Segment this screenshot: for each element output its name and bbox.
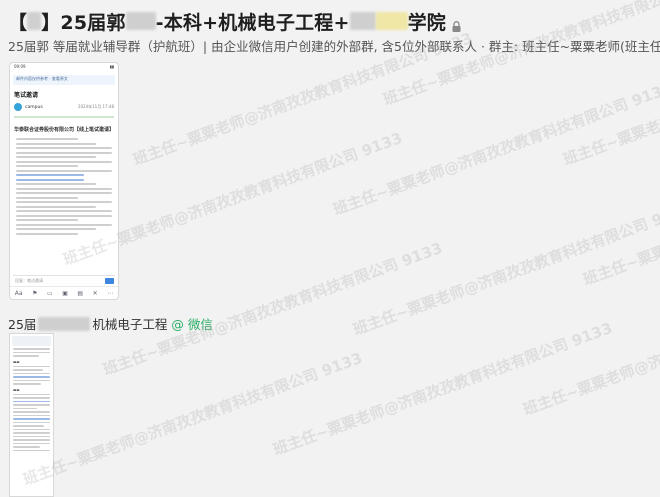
title-part-1: 】25届郭 <box>41 11 126 34</box>
more-icon: ⋯ <box>107 289 114 297</box>
delete-icon: ✕ <box>92 289 98 297</box>
redacted-block <box>125 12 156 30</box>
sender-avatar <box>14 103 22 111</box>
attachment-icon: ▭ <box>47 289 53 297</box>
wechat-tag: @ 微信 <box>171 317 213 332</box>
image-icon: ▣ <box>62 289 68 297</box>
flag-icon: ⚑ <box>32 289 38 297</box>
title-part-3: 学院 <box>407 11 446 34</box>
email-toolbar: Aa ⚑ ▭ ▣ ▤ ✕ ⋯ <box>10 286 118 299</box>
redacted-block <box>375 12 408 30</box>
sender-prefix: 25届 <box>8 317 37 332</box>
status-time: 09:09 <box>14 64 26 69</box>
watermark-text: 班主任~粟粟老师@济南孜孜教育科技有限公司 9133 <box>580 149 660 289</box>
email-sender: campus 2024年11月 17:48 <box>10 101 118 113</box>
send-button <box>105 278 114 284</box>
doc-heading: ▬▬ <box>13 387 20 392</box>
doc-heading: ▬▬ <box>13 359 20 364</box>
title-prefix: 【 <box>8 11 28 34</box>
title-part-2: -本科+机械电子工程+ <box>155 11 350 34</box>
sender-suffix: 机械电子工程 <box>92 317 168 332</box>
lock-icon <box>452 17 461 32</box>
email-body <box>10 138 118 235</box>
text-format-icon: Aa <box>14 289 23 297</box>
redacted-block <box>349 12 376 30</box>
watermark-text: 班主任~粟粟老师@济南孜孜教育科技有限公司 9133 <box>520 279 660 419</box>
watermark-text: 班主任~粟粟老师@济南孜孜教育科技有限公司 9133 <box>350 198 660 339</box>
document-title: 华泰联合证券股份有限公司【线上笔试邀请】 <box>13 127 114 133</box>
email-screenshot-image[interactable]: 09:09 ▮▮ 邮件内容仅供参考 · 查看原文 笔试邀请 campus 202… <box>9 62 119 300</box>
divider <box>14 116 114 118</box>
notice-banner: 邮件内容仅供参考 · 查看原文 <box>13 75 115 85</box>
battery-icon: ▮▮ <box>109 64 114 69</box>
redacted-block <box>38 316 91 331</box>
sender-time: 2024年11月 17:48 <box>77 104 114 109</box>
email-subject: 笔试邀请 <box>14 92 39 99</box>
reply-input: 回复：笔试邀请 <box>13 275 115 286</box>
folder-icon: ▤ <box>77 289 84 297</box>
watermark-text: 班主任~粟粟老师@济南孜孜教育科技有限公司 9133 <box>270 318 615 459</box>
group-subtitle: 25届郭 等届就业辅导群（护航班）| 由企业微信用户创建的外部群, 含5位外部联… <box>8 39 660 54</box>
status-bar: 09:09 ▮▮ <box>10 63 118 73</box>
document-screenshot-image[interactable]: ▬▬ ▬▬ <box>9 333 54 497</box>
doc-header <box>12 336 51 346</box>
redacted-block <box>27 12 42 30</box>
group-title[interactable]: 【 】25届郭 -本科+机械电子工程+ 学院 <box>8 8 461 34</box>
watermark-text: 班主任~粟粟老师@济南孜孜教育科技有限公司 9133 <box>20 348 365 489</box>
message-sender: 25届 机械电子工程 @ 微信 <box>8 314 213 333</box>
sender-name: campus <box>25 104 43 110</box>
watermark-text: 班主任~粟粟老师@济南孜孜教育科技有限公司 9133 <box>100 238 445 379</box>
chat-header: 【 】25届郭 -本科+机械电子工程+ 学院 25届郭 等届就业辅导群（护航班）… <box>0 0 660 60</box>
watermark-text: 班主任~粟粟老师@济南孜孜教育科技有限公司 9133 <box>330 78 660 219</box>
